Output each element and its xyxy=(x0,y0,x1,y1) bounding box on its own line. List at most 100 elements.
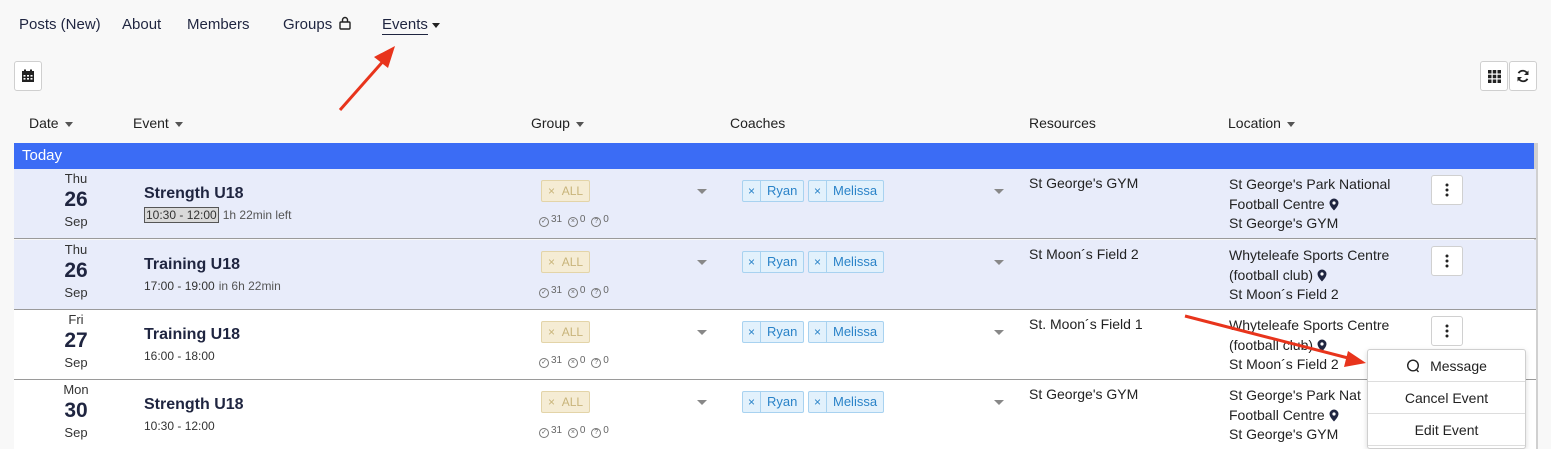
event-time-range: 10:30 - 12:00 xyxy=(144,207,219,223)
coaches-dropdown-caret[interactable] xyxy=(994,400,1004,405)
table-row[interactable]: Fri 27 Sep Training U18 16:00 - 18:00 × … xyxy=(14,310,1536,380)
coach-remove[interactable]: × xyxy=(809,181,827,201)
table-row[interactable]: Mon 30 Sep Strength U18 10:30 - 12:00 × … xyxy=(14,380,1536,449)
coach-tag[interactable]: × Ryan xyxy=(742,251,805,273)
more-vertical-icon xyxy=(1445,324,1449,338)
event-time: 16:00 - 18:00 xyxy=(144,349,219,363)
cross-circle-icon: × xyxy=(567,217,578,227)
menu-cancel-event[interactable]: Cancel Event xyxy=(1368,382,1525,414)
calendar-icon xyxy=(22,69,34,82)
nav-groups[interactable]: Groups xyxy=(283,16,352,33)
coach-tag[interactable]: × Ryan xyxy=(742,391,805,413)
coach-remove[interactable]: × xyxy=(743,322,761,342)
event-weekday: Mon xyxy=(63,382,89,397)
group-tag-remove[interactable]: × xyxy=(548,395,555,409)
cross-circle-icon: × xyxy=(567,358,578,368)
table-row[interactable]: Thu 26 Sep Training U18 17:00 - 19:00 in … xyxy=(14,240,1536,310)
menu-message[interactable]: Message xyxy=(1368,350,1525,382)
group-dropdown-caret[interactable] xyxy=(697,260,707,265)
group-dropdown-caret[interactable] xyxy=(697,330,707,335)
sort-icon xyxy=(64,121,73,127)
event-location: Whyteleafe Sports Centre (football club)… xyxy=(1229,247,1390,302)
event-weekday: Thu xyxy=(64,242,88,257)
event-day: 26 xyxy=(64,259,88,282)
event-resource: St George's GYM xyxy=(1029,386,1139,402)
check-circle-icon: ✓ xyxy=(539,358,549,368)
group-tag-remove[interactable]: × xyxy=(548,325,555,339)
attendance-stats: ✓ 31 × 0 ? 0 xyxy=(536,355,609,368)
event-remaining: in 6h 22min xyxy=(218,279,281,293)
event-location: St George's Park National Football Centr… xyxy=(1229,176,1391,231)
coach-tag[interactable]: × Melissa xyxy=(808,391,885,413)
event-time-range: 16:00 - 18:00 xyxy=(144,349,215,363)
coach-remove[interactable]: × xyxy=(743,181,761,201)
event-title[interactable]: Strength U18 xyxy=(144,396,244,414)
coach-remove[interactable]: × xyxy=(809,322,827,342)
group-tag[interactable]: × ALL xyxy=(541,321,591,343)
attendance-stats: ✓ 31 × 0 ? 0 xyxy=(536,425,609,438)
more-options-button[interactable] xyxy=(1431,175,1463,205)
group-tag[interactable]: × ALL xyxy=(541,391,591,413)
event-month: Sep xyxy=(64,425,88,440)
event-title[interactable]: Strength U18 xyxy=(144,185,244,203)
group-dropdown-caret[interactable] xyxy=(697,189,707,194)
sort-icon xyxy=(575,121,584,127)
calendar-button[interactable] xyxy=(14,61,42,91)
event-title[interactable]: Training U18 xyxy=(144,256,240,274)
event-month: Sep xyxy=(64,355,88,370)
check-circle-icon: ✓ xyxy=(539,428,549,438)
nav-events[interactable]: Events xyxy=(382,16,440,35)
event-day: 26 xyxy=(64,188,88,211)
group-tag[interactable]: × ALL xyxy=(541,251,591,273)
event-month: Sep xyxy=(64,214,88,229)
table-row[interactable]: Thu 26 Sep Strength U18 10:30 - 12:00 1h … xyxy=(14,169,1536,239)
group-tag-remove[interactable]: × xyxy=(548,184,555,198)
cross-circle-icon: × xyxy=(567,428,578,438)
more-options-button[interactable] xyxy=(1431,316,1463,346)
coach-tag[interactable]: × Melissa xyxy=(808,180,885,202)
nav-posts[interactable]: Posts (New) xyxy=(19,16,101,33)
section-today: Today xyxy=(14,143,1536,169)
more-vertical-icon xyxy=(1445,183,1449,197)
grid-view-button[interactable] xyxy=(1480,61,1508,91)
map-pin-icon[interactable] xyxy=(1317,339,1327,352)
event-remaining: 1h 22min left xyxy=(222,208,292,222)
coach-remove[interactable]: × xyxy=(809,392,827,412)
coach-remove[interactable]: × xyxy=(743,252,761,272)
nav-about[interactable]: About xyxy=(122,16,161,33)
coaches-dropdown-caret[interactable] xyxy=(994,189,1004,194)
coaches-dropdown-caret[interactable] xyxy=(994,330,1004,335)
col-group[interactable]: Group xyxy=(531,115,584,131)
attendance-stats: ✓ 31 × 0 ? 0 xyxy=(536,214,609,227)
coach-tag[interactable]: × Ryan xyxy=(742,321,805,343)
group-tag-remove[interactable]: × xyxy=(548,255,555,269)
col-date[interactable]: Date xyxy=(29,115,73,131)
event-time-range: 10:30 - 12:00 xyxy=(144,419,215,433)
event-month: Sep xyxy=(64,285,88,300)
coach-tag[interactable]: × Melissa xyxy=(808,321,885,343)
event-day: 30 xyxy=(64,399,88,422)
col-event[interactable]: Event xyxy=(133,115,183,131)
event-title[interactable]: Training U18 xyxy=(144,326,240,344)
coach-tag[interactable]: × Ryan xyxy=(742,180,805,202)
map-pin-icon[interactable] xyxy=(1329,409,1339,422)
coach-remove[interactable]: × xyxy=(743,392,761,412)
map-pin-icon[interactable] xyxy=(1329,198,1339,211)
event-resource: St Moon´s Field 2 xyxy=(1029,246,1139,262)
coaches-dropdown-caret[interactable] xyxy=(994,260,1004,265)
menu-edit-event[interactable]: Edit Event xyxy=(1368,414,1525,446)
event-context-menu: Message Cancel Event Edit Event xyxy=(1367,349,1526,449)
coach-remove[interactable]: × xyxy=(809,252,827,272)
attendance-stats: ✓ 31 × 0 ? 0 xyxy=(536,285,609,298)
more-options-button[interactable] xyxy=(1431,246,1463,276)
nav-members[interactable]: Members xyxy=(187,16,250,33)
grid-view-icon xyxy=(1487,69,1501,83)
col-resources: Resources xyxy=(1029,115,1096,131)
refresh-button[interactable] xyxy=(1509,61,1537,91)
coach-tag[interactable]: × Melissa xyxy=(808,251,885,273)
group-tag[interactable]: × ALL xyxy=(541,180,591,202)
group-dropdown-caret[interactable] xyxy=(697,400,707,405)
question-circle-icon: ? xyxy=(591,358,602,368)
map-pin-icon[interactable] xyxy=(1317,269,1327,282)
col-location[interactable]: Location xyxy=(1228,115,1295,131)
